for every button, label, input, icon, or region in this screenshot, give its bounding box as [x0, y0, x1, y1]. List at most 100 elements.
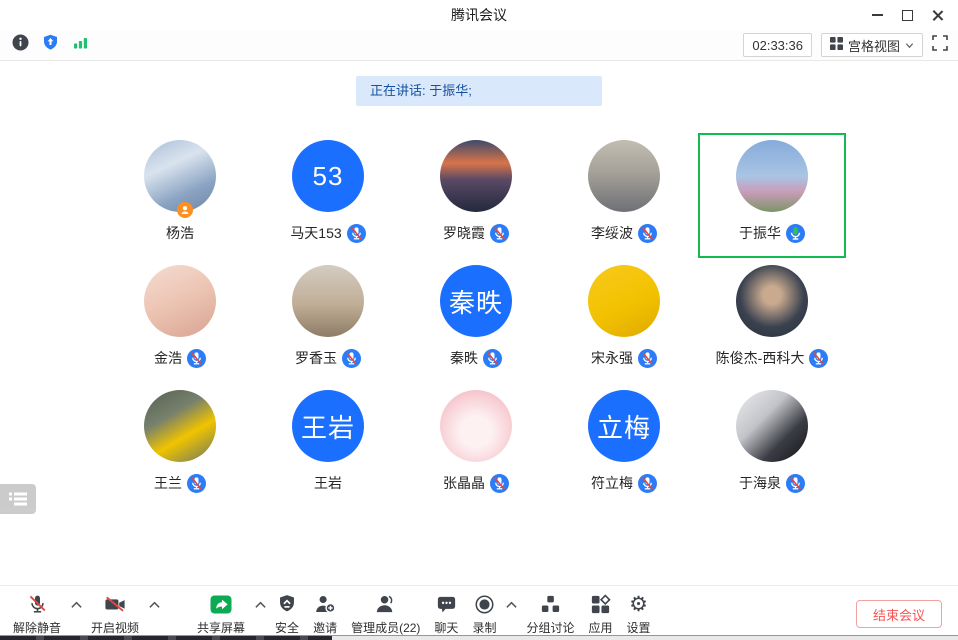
toolbar-group: 聊天	[427, 592, 465, 636]
participant-tile[interactable]: 于海泉	[698, 383, 846, 508]
meeting-info-icon[interactable]	[12, 34, 29, 56]
participant-name-row: 符立梅	[591, 473, 657, 493]
participant-tile[interactable]: 罗香玉	[254, 258, 402, 383]
toolbar-group: 安全	[268, 592, 306, 636]
toolbar-group: ⚙ 设置	[619, 592, 657, 636]
participant-name-row: 王兰	[154, 473, 206, 493]
participant-name-row: 马天153	[290, 223, 365, 243]
participant-name: 宋永强	[591, 348, 633, 368]
toolbar-record-button[interactable]: 录制	[465, 592, 503, 636]
participant-tile[interactable]: 宋永强	[550, 258, 698, 383]
toolbar-unmute-label: 解除静音	[13, 619, 61, 636]
participant-tile[interactable]: 53 马天153	[254, 133, 402, 258]
participant-tile[interactable]: 秦昳 秦昳	[402, 258, 550, 383]
participant-avatar	[144, 390, 216, 462]
toolbar-record-label: 录制	[472, 619, 496, 636]
toolbar-share-screen-options-caret[interactable]	[252, 593, 268, 617]
participant-tile[interactable]: 张晶晶	[402, 383, 550, 508]
participant-name-row: 陈俊杰-西科大	[716, 348, 829, 368]
toolbar-apps-label: 应用	[588, 619, 612, 636]
toolbar-members-button[interactable]: 管理成员(22)	[344, 592, 427, 636]
meeting-timer: 02:33:36	[743, 33, 812, 57]
participant-tile[interactable]: 于振华	[698, 133, 846, 258]
share-screen-icon	[209, 592, 233, 616]
participant-avatar	[736, 140, 808, 212]
window-title: 腾讯会议	[0, 0, 958, 30]
minimize-button[interactable]	[862, 0, 892, 30]
participant-name: 符立梅	[591, 473, 633, 493]
toolbar-record-options-caret[interactable]	[503, 593, 519, 617]
taskbar-icons-strip	[0, 636, 332, 640]
end-meeting-button[interactable]: 结束会议	[856, 600, 942, 628]
avatar-photo	[440, 140, 512, 212]
speaking-banner: 正在讲话: 于振华;	[356, 76, 602, 106]
bottom-toolbar: 解除静音 开启视频 共享屏幕 安全 邀请 管理成员(22) 聊天 录制	[0, 585, 958, 636]
toolbar-start-video-options-caret[interactable]	[146, 593, 162, 617]
participant-tile[interactable]: 王岩 王岩	[254, 383, 402, 508]
toolbar-breakout-button[interactable]: 分组讨论	[519, 592, 581, 636]
meeting-window: 腾讯会议 02:33:36 宫格视图	[0, 0, 958, 640]
participant-name: 马天153	[290, 223, 341, 243]
participant-tile[interactable]: 立梅 符立梅	[550, 383, 698, 508]
participant-grid: 杨浩 53 马天153 罗晓霞 李绥波	[106, 133, 846, 508]
security-shield-icon[interactable]	[42, 34, 59, 56]
participant-avatar: 秦昳	[440, 265, 512, 337]
participant-avatar: 立梅	[588, 390, 660, 462]
avatar-photo	[588, 265, 660, 337]
shield-icon	[276, 592, 298, 616]
top-toolbar-left	[12, 30, 89, 60]
window-controls	[862, 0, 952, 30]
participant-tile[interactable]: 罗晓霞	[402, 133, 550, 258]
participant-avatar: 王岩	[292, 390, 364, 462]
mic-muted-icon	[786, 474, 805, 493]
side-panel-handle[interactable]	[0, 484, 36, 514]
participant-name-row: 李绥波	[591, 223, 657, 243]
participant-tile[interactable]: 金浩	[106, 258, 254, 383]
avatar-initials: 53	[292, 140, 364, 212]
toolbar-unmute-button[interactable]: 解除静音	[6, 592, 68, 636]
apps-icon	[589, 592, 612, 616]
participant-avatar	[144, 140, 216, 212]
avatar-initials: 王岩	[292, 390, 364, 462]
mic-muted-icon	[187, 474, 206, 493]
avatar-photo	[440, 390, 512, 462]
toolbar-group: 管理成员(22)	[344, 592, 427, 636]
participant-name-row: 王岩	[314, 473, 342, 493]
participant-name-row: 罗香玉	[295, 348, 361, 368]
toolbar-security-label: 安全	[275, 619, 299, 636]
network-signal-icon[interactable]	[72, 34, 89, 56]
fullscreen-icon[interactable]	[932, 35, 948, 56]
toolbar-security-button[interactable]: 安全	[268, 592, 306, 636]
participant-tile[interactable]: 王兰	[106, 383, 254, 508]
mic-muted-icon	[809, 349, 828, 368]
toolbar-start-video-button[interactable]: 开启视频	[84, 592, 146, 636]
maximize-button[interactable]	[892, 0, 922, 30]
toolbar-invite-label: 邀请	[313, 619, 337, 636]
participant-avatar	[588, 265, 660, 337]
mic-muted-icon	[342, 349, 361, 368]
participant-tile[interactable]: 李绥波	[550, 133, 698, 258]
participant-avatar	[736, 265, 808, 337]
toolbar-settings-button[interactable]: ⚙ 设置	[619, 592, 657, 636]
main-area: 正在讲话: 于振华; 杨浩 53 马天153 罗晓霞	[0, 61, 958, 585]
avatar-photo	[736, 265, 808, 337]
toolbar-chat-button[interactable]: 聊天	[427, 592, 465, 636]
breakout-icon	[539, 592, 562, 616]
close-button[interactable]	[922, 0, 952, 30]
participant-name-row: 于振华	[739, 223, 805, 243]
mic-active-icon	[786, 224, 805, 243]
avatar-photo	[588, 140, 660, 212]
participant-name: 于振华	[739, 223, 781, 243]
toolbar-share-screen-button[interactable]: 共享屏幕	[190, 592, 252, 636]
layout-view-button[interactable]: 宫格视图	[821, 33, 923, 57]
participant-name: 罗香玉	[295, 348, 337, 368]
toolbar-unmute-options-caret[interactable]	[68, 593, 84, 617]
participant-tile[interactable]: 杨浩	[106, 133, 254, 258]
toolbar-share-screen-label: 共享屏幕	[197, 619, 245, 636]
participant-name-row: 宋永强	[591, 348, 657, 368]
toolbar-invite-button[interactable]: 邀请	[306, 592, 344, 636]
participant-name: 李绥波	[591, 223, 633, 243]
participant-tile[interactable]: 陈俊杰-西科大	[698, 258, 846, 383]
top-toolbar-right: 02:33:36 宫格视图	[743, 30, 948, 60]
toolbar-apps-button[interactable]: 应用	[581, 592, 619, 636]
